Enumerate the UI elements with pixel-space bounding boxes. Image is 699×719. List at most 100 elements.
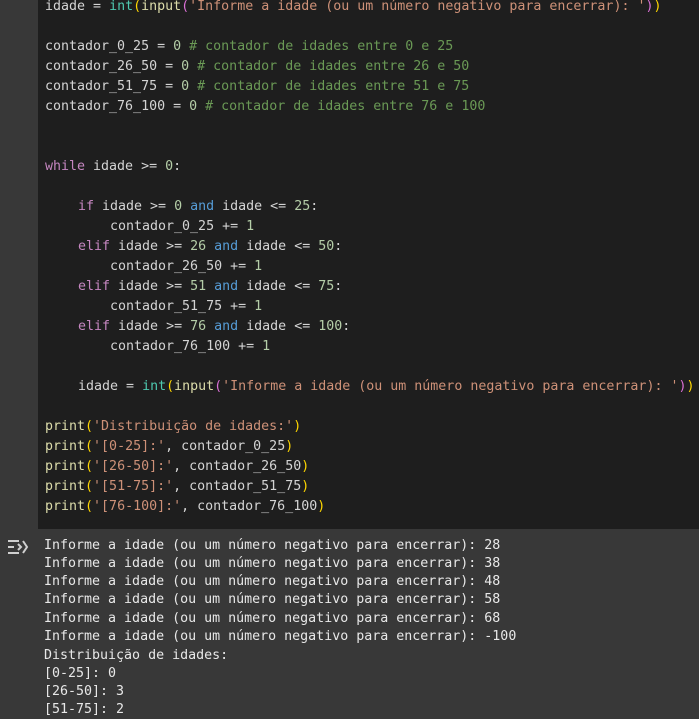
code-comment: # contador de idades entre 0 e 25 xyxy=(181,39,454,54)
code-token: 'Informe a idade (ou um número negativo … xyxy=(222,379,679,394)
code-line-print: print('[51-75]:', contador_51_75) xyxy=(45,477,309,497)
code-keyword: elif xyxy=(78,239,111,254)
code-token: 75 xyxy=(318,279,335,294)
code-token: print xyxy=(45,419,86,434)
code-token: contador_26_50 xyxy=(189,459,302,474)
code-token: = xyxy=(149,39,174,54)
code-token: contador_51_75 xyxy=(110,299,223,314)
code-line-counter: contador_26_50 = 0 # contador de idades … xyxy=(45,57,469,77)
code-token: 0 xyxy=(174,199,183,214)
code-token: 'Distribuição de idades:' xyxy=(93,419,294,434)
code-token: contador_0_25 xyxy=(45,39,150,54)
output-line: [0-25]: 0 xyxy=(44,666,117,681)
code-token: contador_26_50 xyxy=(45,59,158,74)
code-token: print xyxy=(45,459,86,474)
code-token: idade xyxy=(45,0,86,14)
code-token: ) xyxy=(686,379,695,394)
code-keyword: and xyxy=(190,199,215,214)
code-token: contador_51_75 xyxy=(45,79,158,94)
code-token: '[76-100]:' xyxy=(93,499,182,514)
code-token: ) xyxy=(301,479,310,494)
code-token: ) xyxy=(293,419,302,434)
code-token: ) xyxy=(317,499,326,514)
code-token: = xyxy=(157,79,182,94)
code-line-while: while idade >= 0: xyxy=(45,157,181,177)
code-comment: # contador de idades entre 76 e 100 xyxy=(197,99,486,114)
code-token: += xyxy=(230,339,263,354)
code-token: contador_51_75 xyxy=(189,479,302,494)
code-token: input xyxy=(174,379,215,394)
code-token: 'Informe a idade (ou um número negativo … xyxy=(189,0,646,14)
output-toggle-icon[interactable] xyxy=(6,537,30,557)
code-token: = xyxy=(85,0,110,14)
code-line-counter: contador_0_25 = 0 # contador de idades e… xyxy=(45,37,453,57)
code-line-increment: contador_51_75 += 1 xyxy=(110,297,262,317)
code-token: idade >= xyxy=(94,199,175,214)
code-token: 1 xyxy=(246,219,255,234)
code-token: 76 xyxy=(190,319,207,334)
code-token: ( xyxy=(85,459,94,474)
code-token: print xyxy=(45,479,86,494)
code-token: '[0-25]:' xyxy=(93,439,166,454)
code-token: ( xyxy=(85,499,94,514)
code-token: ( xyxy=(181,0,190,14)
code-line-increment: contador_0_25 += 1 xyxy=(110,217,254,237)
code-comment: # contador de idades entre 26 e 50 xyxy=(189,59,470,74)
code-token: idade >= xyxy=(85,159,166,174)
code-token: 0 xyxy=(165,159,174,174)
code-keyword: elif xyxy=(78,319,111,334)
code-keyword: if xyxy=(78,199,95,214)
code-token: idade <= xyxy=(238,239,319,254)
code-keyword: and xyxy=(214,319,239,334)
code-line-increment: contador_76_100 += 1 xyxy=(110,337,270,357)
code-token: : xyxy=(310,199,319,214)
code-token: ( xyxy=(85,439,94,454)
code-line-counter: contador_76_100 = 0 # contador de idades… xyxy=(45,97,485,117)
output-line: [26-50]: 3 xyxy=(44,684,125,699)
code-token: ( xyxy=(214,379,223,394)
output-line: Informe a idade (ou um número negativo p… xyxy=(44,592,501,607)
code-token: += xyxy=(222,259,255,274)
code-token: 1 xyxy=(262,339,271,354)
code-line-counter: contador_51_75 = 0 # contador de idades … xyxy=(45,77,469,97)
code-token: ( xyxy=(85,479,94,494)
code-token: : xyxy=(334,239,343,254)
code-line-print: print('Distribuição de idades:') xyxy=(45,417,301,437)
code-token: idade xyxy=(78,379,119,394)
code-token: += xyxy=(214,219,247,234)
code-token: print xyxy=(45,499,86,514)
code-token: idade >= xyxy=(110,239,191,254)
output-line: Informe a idade (ou um número negativo p… xyxy=(44,574,501,589)
output-line: Distribuição de idades: xyxy=(44,648,229,663)
code-token: , xyxy=(181,499,198,514)
notebook-cell: idade = int(input('Informe a idade (ou u… xyxy=(0,0,699,717)
code-token: 26 xyxy=(190,239,207,254)
code-token: ) xyxy=(285,439,294,454)
code-keyword: elif xyxy=(78,279,111,294)
code-token: contador_0_25 xyxy=(181,439,286,454)
code-token: ( xyxy=(133,0,142,14)
output-line: Informe a idade (ou um número negativo p… xyxy=(44,538,501,553)
code-token: contador_76_100 xyxy=(45,99,166,114)
code-token: 0 xyxy=(181,59,190,74)
code-token: int xyxy=(142,379,167,394)
code-token: 1 xyxy=(254,299,263,314)
code-keyword: while xyxy=(45,159,86,174)
code-editor[interactable]: idade = int(input('Informe a idade (ou u… xyxy=(38,0,699,529)
code-token: = xyxy=(118,379,143,394)
code-token: 0 xyxy=(181,79,190,94)
cell-output: Informe a idade (ou um número negativo p… xyxy=(0,529,699,717)
code-token: idade <= xyxy=(238,279,319,294)
code-token: 0 xyxy=(189,99,198,114)
code-keyword: and xyxy=(214,279,239,294)
code-token: ( xyxy=(166,379,175,394)
code-token: , xyxy=(173,479,190,494)
code-token: idade >= xyxy=(110,319,191,334)
code-token: contador_76_100 xyxy=(197,499,318,514)
code-token: 0 xyxy=(173,39,182,54)
code-token: , xyxy=(173,459,190,474)
code-token: = xyxy=(165,99,190,114)
code-token: : xyxy=(334,279,343,294)
code-token: ) xyxy=(301,459,310,474)
code-token: contador_26_50 xyxy=(110,259,223,274)
